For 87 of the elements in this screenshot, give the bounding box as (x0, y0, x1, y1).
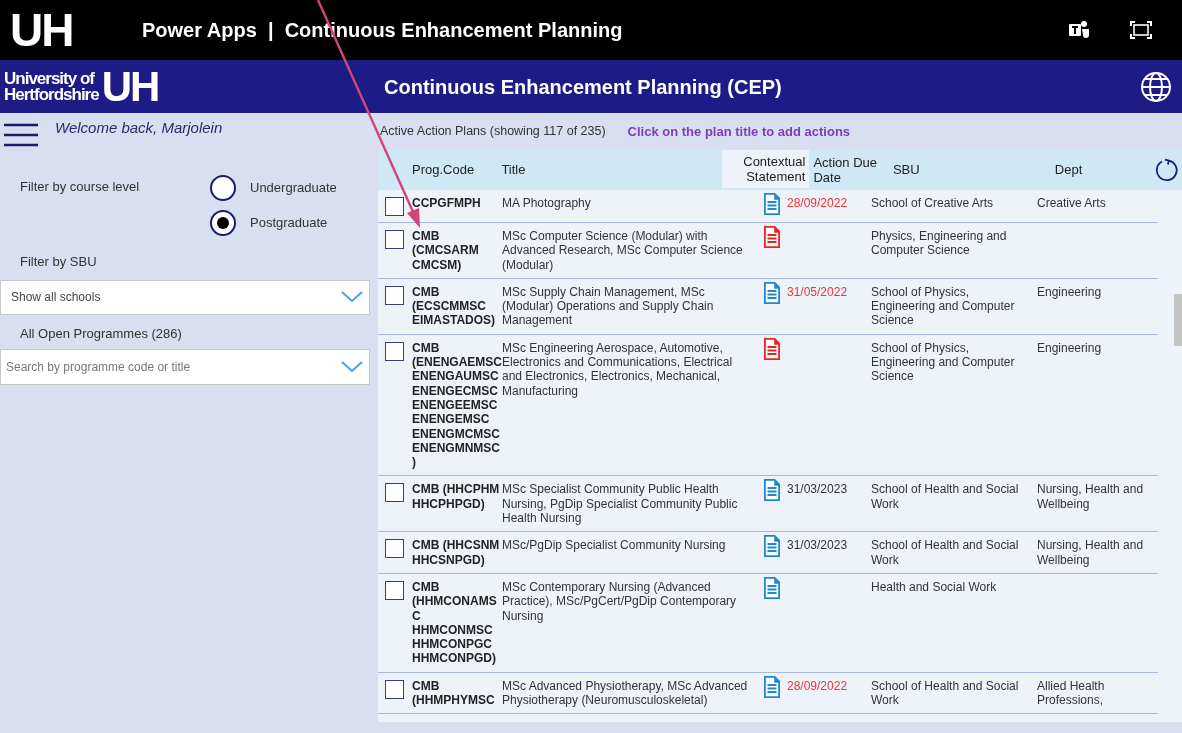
programme-search-field[interactable]: Search by programme code or title (0, 349, 370, 385)
plan-title[interactable]: MSc Engineering Aerospace, Automotive, Electronics and Communications, Electrical and Electronics, Electronics, Mechanical, Manufacturing (502, 340, 757, 398)
globe-icon[interactable] (1140, 70, 1172, 103)
document-icon[interactable] (763, 336, 781, 361)
programme-code: CMB (CMCSARM CMCSM) (412, 229, 480, 272)
sbu-text: School of Health and Social Work (871, 482, 1019, 511)
plan-title[interactable]: MSc Contemporary Nursing (Advanced Practice), MSc/PgCert/PgDip Contemporary Nursing (502, 579, 757, 623)
column-header[interactable]: Action Due Date (809, 155, 893, 185)
due-date: 28/09/2022 (787, 196, 848, 210)
document-icon[interactable] (763, 478, 781, 503)
plan-title[interactable]: MSc Supply Chain Management, MSc (Modular) Operations and Supply Chain Management (502, 284, 757, 328)
due-date: 31/03/2023 (787, 538, 848, 553)
column-header[interactable]: Prog.Code (412, 160, 502, 180)
programme-code: CMB (HHMPHYMSC (412, 678, 496, 708)
plan-row[interactable]: CMB (HHMPHYMSC MSc Advanced Physiotherapy, MSc Advanced Physiotherapy (Neuromusculoskeletal) 28/09/2022 School of Health and Social Work Allied Health Professions, (378, 672, 1158, 715)
chevron-down-icon (341, 291, 363, 303)
plan-row[interactable]: CMB (CMCSARM CMCSM) MSc Computer Science (Modular) with Advanced Research, MSc Computer Science (Modular) Physics, Engineering and Computer Science (378, 223, 1158, 279)
plan-row[interactable]: CMB (ECSCMMSC EIMASTADOS) MSc Supply Chain Management, MSc (Modular) Operations and Supply Chain Management 31/05/2022 School of Physics, Engineering and Computer Science Engineering (378, 278, 1158, 335)
course-level-label: Filter by course level (20, 178, 141, 196)
sbu-text: School of Physics, Engineering and Computer Science (871, 340, 1015, 384)
plan-title[interactable]: MSc Specialist Community Public Health Nursing, PgDip Specialist Community Public Health Nursing (502, 482, 757, 526)
row-checkbox[interactable] (385, 285, 404, 305)
document-icon[interactable] (763, 575, 781, 600)
page-title: Continuous Enhancement Planning (CEP) (384, 74, 782, 100)
plan-title[interactable]: MSc Advanced Physiotherapy, MSc Advanced Physiotherapy (Neuromusculoskeletal) (502, 678, 757, 708)
programme-code: CMB (HHCPHM HHCPHPGD) (412, 482, 501, 512)
document-icon[interactable] (763, 225, 781, 249)
app-logo: UH (10, 7, 74, 53)
row-checkbox[interactable] (385, 230, 404, 249)
menu-icon[interactable] (4, 123, 38, 149)
programme-search-input[interactable]: Search by programme code or title (6, 358, 341, 376)
fullscreen-icon[interactable] (1130, 21, 1152, 39)
sbu-label: Filter by SBU (20, 253, 98, 271)
plan-title[interactable]: MSc Computer Science (Modular) with Advanced Research, MSc Computer Science (Modular) (502, 229, 757, 272)
plans-hint: Click on the plan title to add actions (627, 122, 851, 141)
row-checkbox[interactable] (385, 580, 404, 600)
sbu-text: Physics, Engineering and Computer Science (871, 229, 1007, 258)
dept-text: Creative Arts (1037, 196, 1106, 210)
dept-text: Engineering (1037, 284, 1102, 299)
row-checkbox[interactable] (385, 197, 404, 216)
programme-code: CCPGFMPH (412, 196, 482, 211)
sbu-text: Health and Social Work (871, 579, 997, 594)
refresh-icon[interactable] (1154, 158, 1178, 182)
row-checkbox[interactable] (385, 539, 404, 559)
dept-text: Engineering (1037, 340, 1102, 355)
due-date: 31/05/2022 (787, 284, 848, 299)
plan-title[interactable]: MA Photography (502, 196, 757, 211)
programme-code: CMB (HHCSNM HHCSNPGD) (412, 538, 501, 567)
programme-code: CMB (ENENGAEMSC ENENGAUMSC ENENGECMSC ENENGEEMSC ENENGEMSC ENENGMCMSC ENENGMNMSC ) (412, 340, 502, 470)
document-icon[interactable] (763, 674, 781, 699)
plans-summary: Active Action Plans (showing 117 of 235) (380, 123, 606, 141)
university-name: University of (4, 70, 96, 87)
plan-row[interactable]: CMB (HHCPHM HHCPHPGD) MSc Specialist Community Public Health Nursing, PgDip Specialist Community Public Health Nursing 31/03/2023 School of Health and Social Work Nursing, Health and Wellbeing (378, 476, 1158, 533)
university-mark: UH (101, 65, 159, 108)
due-date: 31/03/2023 (787, 482, 848, 497)
course-level-radio[interactable]: Postgraduate (210, 210, 337, 236)
university-name: Hertfordshire (4, 86, 99, 103)
programme-code: CMB (HHMCONAMS C HHMCONMSC HHMCONPGC HHMCONPGD) (412, 579, 498, 666)
document-icon[interactable] (763, 280, 781, 305)
row-checkbox[interactable] (385, 483, 404, 503)
course-level-radio[interactable]: Undergraduate (210, 175, 337, 201)
sbu-dropdown[interactable]: Show all schools (0, 279, 370, 315)
column-header[interactable]: SBU (892, 160, 1055, 180)
programme-code: CMB (ECSCMMSC EIMASTADOS) (412, 284, 497, 328)
column-header[interactable]: Title (501, 160, 722, 180)
sbu-text: School of Health and Social Work (871, 678, 1019, 707)
teams-icon[interactable] (1068, 19, 1090, 41)
sbu-text: School of Creative Arts (871, 196, 994, 210)
chevron-down-icon (341, 361, 363, 373)
dept-text: Allied Health Professions, (1037, 678, 1105, 707)
dept-text: Nursing, Health and Wellbeing (1037, 538, 1144, 567)
plan-row[interactable]: CMB (HHCSNM HHCSNPGD) MSc/PgDip Specialist Community Nursing 31/03/2023 School of Health and Social Work Nursing, Health and Wellbeing (378, 532, 1158, 574)
plan-row[interactable]: CCPGFMPH MA Photography 28/09/2022 School of Creative Arts Creative Arts (378, 190, 1158, 223)
welcome-text: Welcome back, Marjolein (55, 118, 223, 138)
column-header[interactable]: Dept (1054, 160, 1155, 180)
plan-title[interactable]: MSc/PgDip Specialist Community Nursing (502, 538, 757, 553)
dept-text: Nursing, Health and Wellbeing (1037, 482, 1144, 511)
programmes-label: All Open Programmes (286) (20, 324, 183, 343)
document-icon[interactable] (763, 192, 781, 216)
row-checkbox[interactable] (385, 679, 404, 699)
row-checkbox[interactable] (385, 341, 404, 361)
sbu-text: School of Physics, Engineering and Computer Science (871, 284, 1015, 328)
plan-row[interactable]: CMB (HHMCONAMS C HHMCONMSC HHMCONPGC HHMCONPGD) MSc Contemporary Nursing (Advanced Practice), MSc/PgCert/PgDip Contemporary Nursing Health and Social Work (378, 573, 1158, 673)
sbu-text: School of Health and Social Work (871, 538, 1019, 567)
column-header[interactable]: Contextual Statement (721, 150, 810, 188)
due-date: 28/09/2022 (787, 678, 848, 693)
document-icon[interactable] (763, 534, 781, 559)
